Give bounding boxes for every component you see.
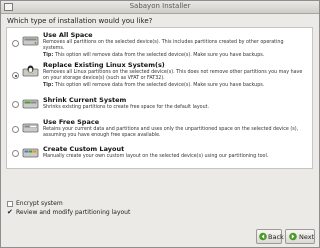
installer-window: Sabayon Installer Which type of installa…: [0, 0, 320, 248]
option-title: Create Custom Layout: [43, 145, 125, 153]
free-space-icon: [22, 123, 39, 133]
back-button[interactable]: Back: [256, 229, 284, 244]
option-description: Removes all Linux partitions on the sele…: [43, 70, 303, 81]
option-radio[interactable]: [12, 150, 19, 157]
tip-label: Tip:: [43, 83, 54, 88]
back-arrow-icon: [259, 232, 267, 241]
option-use-all-space[interactable]: Use All Space Removes all partitions on …: [7, 31, 312, 58]
tip-text: This option will remove data from the se…: [54, 83, 265, 88]
option-radio[interactable]: [12, 40, 19, 47]
option-replace-linux[interactable]: Replace Existing Linux System(s) Removes…: [7, 61, 312, 91]
option-use-free-space[interactable]: Use Free Space Retains your current data…: [7, 118, 312, 142]
next-button[interactable]: Next: [285, 229, 315, 244]
next-arrow-icon: [289, 232, 297, 241]
checkbox-box[interactable]: [7, 201, 13, 207]
option-title: Shrink Current System: [43, 96, 127, 104]
custom-layout-icon: [22, 148, 39, 158]
option-tip: Tip: This option will remove data from t…: [43, 83, 306, 89]
option-tip: Tip: This option will remove data from t…: [43, 53, 306, 59]
option-description: Manually create your own custom layout o…: [43, 154, 269, 159]
shrink-disk-icon: [22, 99, 39, 109]
option-title: Use All Space: [43, 31, 93, 39]
install-type-question: Which type of installation would you lik…: [7, 17, 153, 25]
checkbox-label: Encrypt system: [16, 200, 63, 207]
option-shrink-current[interactable]: Shrink Current System Shrinks existing p…: [7, 96, 312, 113]
tip-label: Tip:: [43, 53, 54, 58]
back-button-label: Back: [268, 233, 284, 241]
title-bar: Sabayon Installer: [1, 1, 319, 14]
hard-disk-full-icon: [22, 36, 39, 46]
option-title: Replace Existing Linux System(s): [43, 61, 165, 69]
option-radio-selected[interactable]: [12, 72, 19, 79]
option-description: Retains your current data and partitions…: [43, 127, 299, 138]
checkmark-icon[interactable]: ✔: [7, 209, 13, 216]
option-title: Use Free Space: [43, 118, 100, 126]
option-description: Removes all partitions on the selected d…: [43, 40, 284, 51]
tip-text: This option will remove data from the se…: [54, 53, 265, 58]
linux-replace-icon: [22, 65, 39, 77]
option-radio[interactable]: [12, 126, 19, 133]
option-description: Shrinks existing partitions to create fr…: [43, 105, 210, 110]
option-radio[interactable]: [12, 101, 19, 108]
checkbox-label: Review and modify partitioning layout: [16, 209, 131, 216]
install-options-panel: Use All Space Removes all partitions on …: [6, 27, 313, 169]
next-button-label: Next: [299, 233, 315, 241]
window-title: Sabayon Installer: [129, 2, 191, 10]
option-custom-layout[interactable]: Create Custom Layout Manually create you…: [7, 145, 312, 164]
